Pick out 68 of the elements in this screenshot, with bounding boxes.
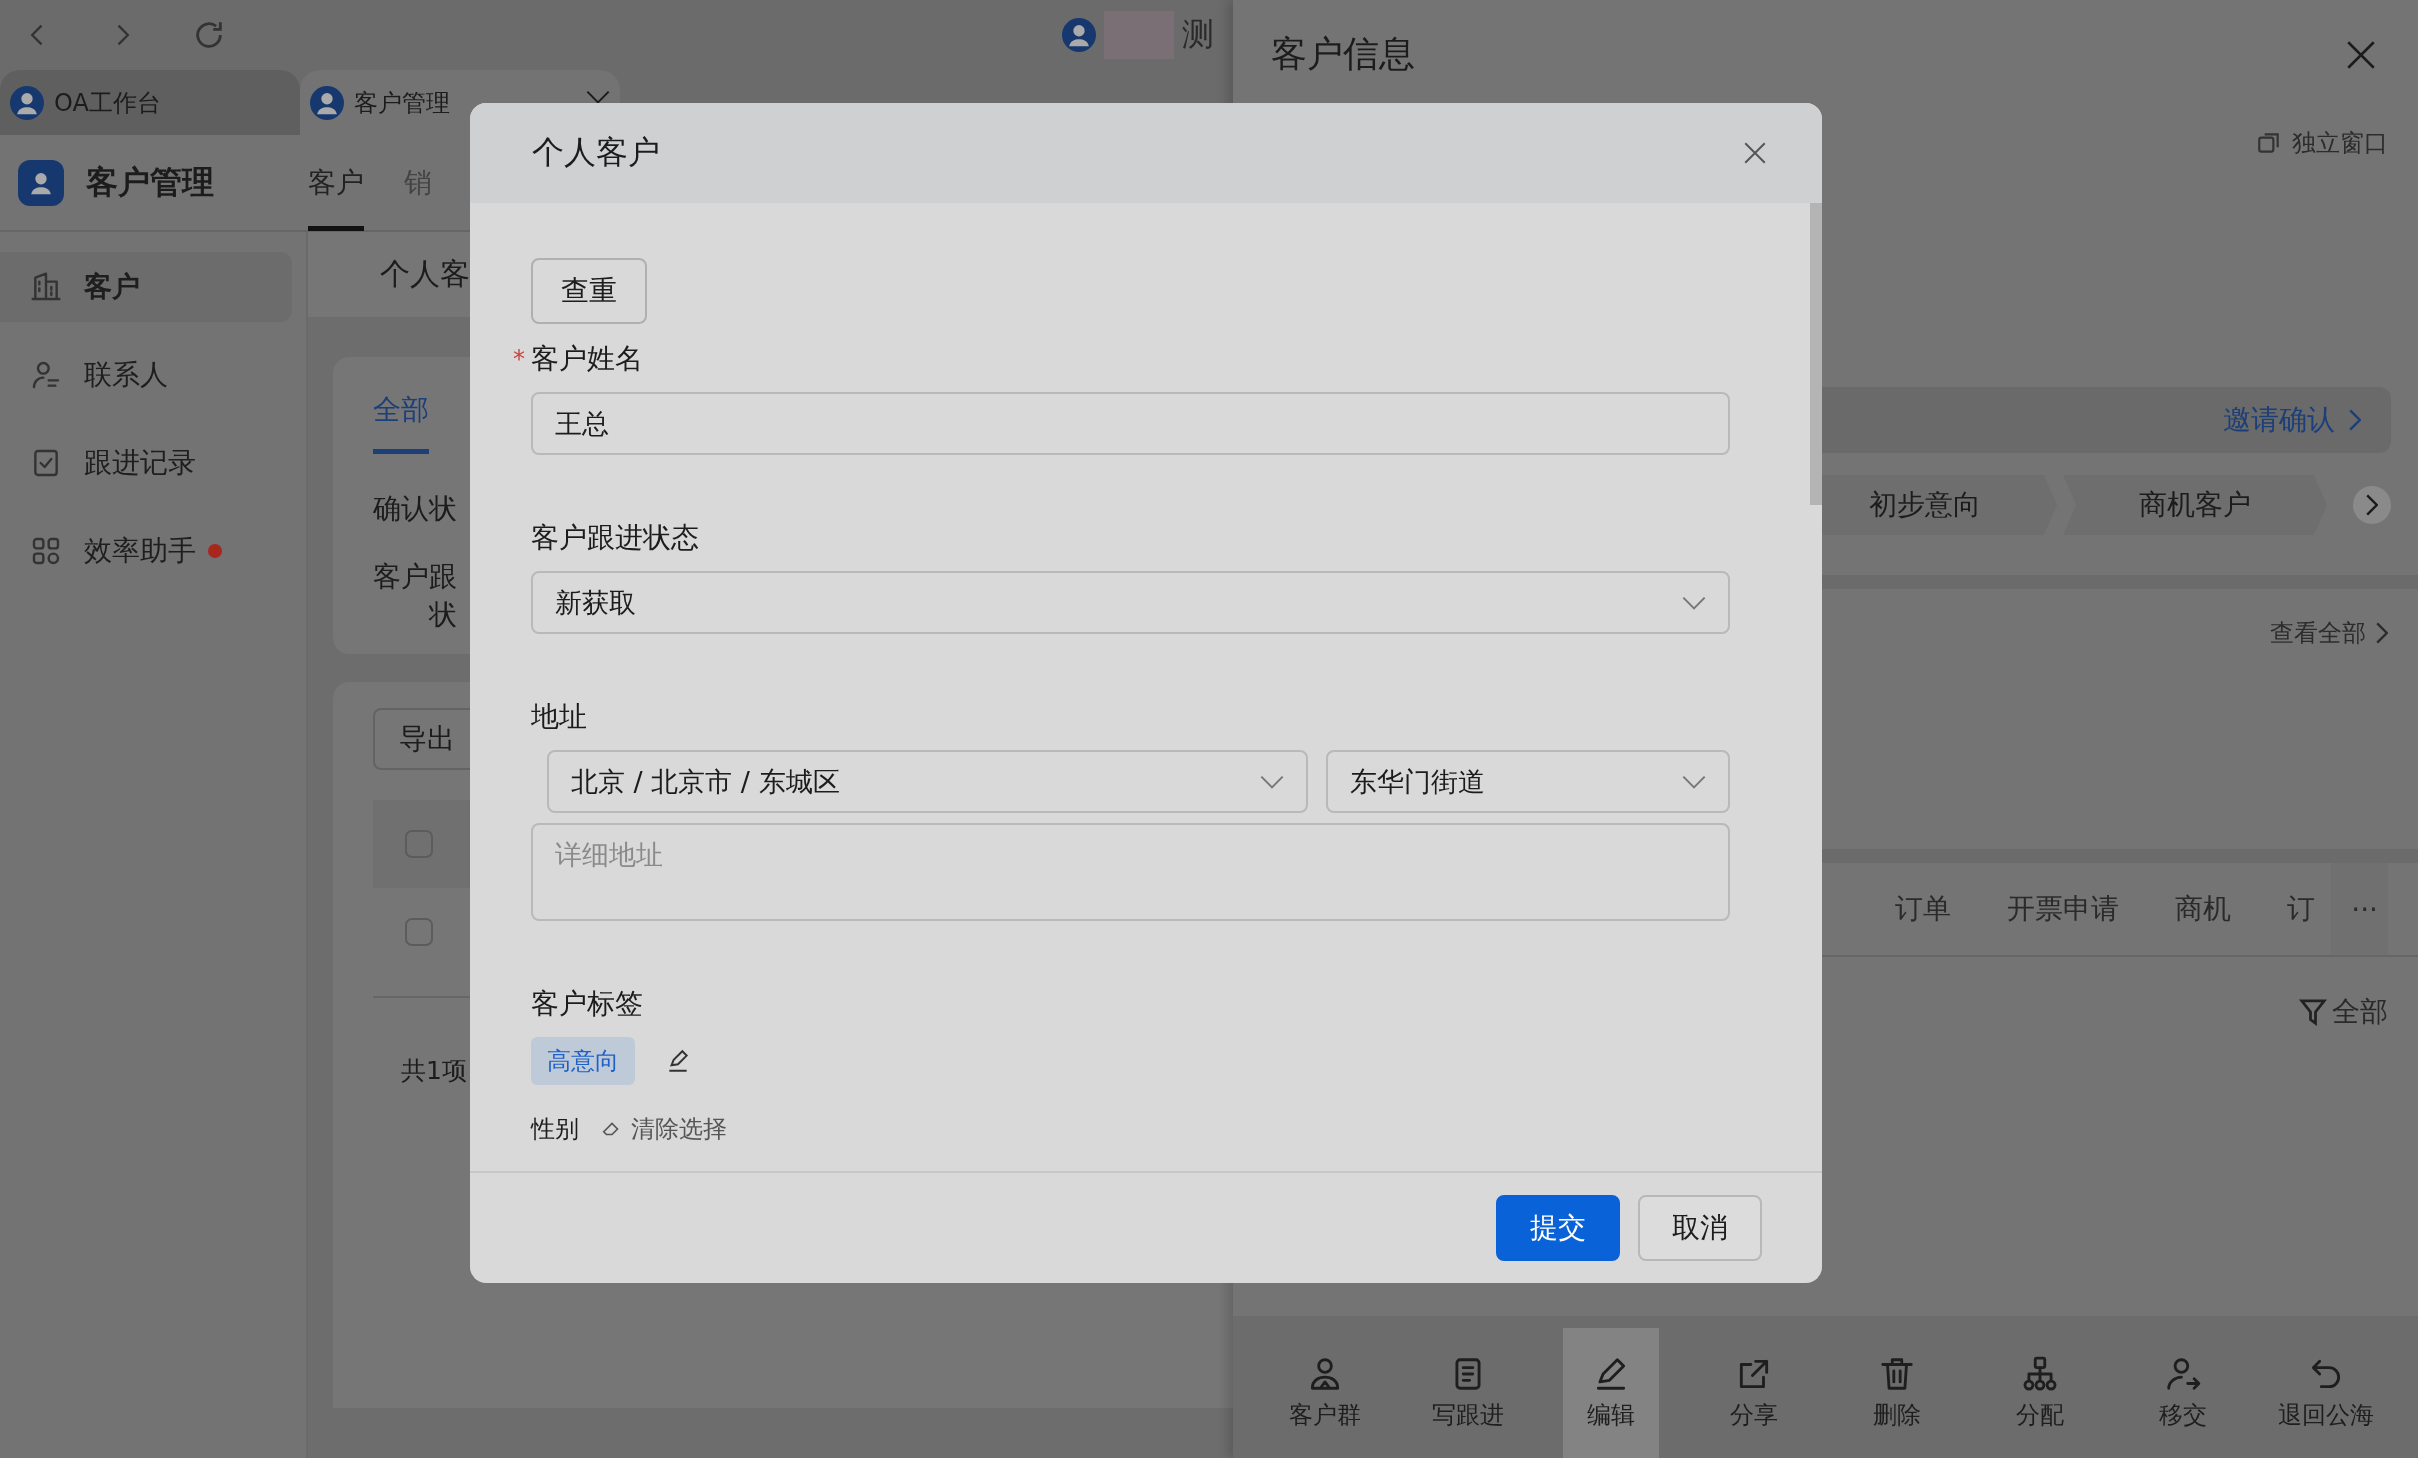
drawer-tab[interactable]: 商机 (2175, 890, 2232, 928)
action-button[interactable]: 写跟进 (1419, 1328, 1516, 1458)
drawer-tab[interactable]: 开票申请 (2007, 890, 2120, 928)
account-name: 测 (1182, 14, 1214, 55)
chevron-down-icon (1259, 774, 1284, 789)
dialog-title: 个人客户 (532, 132, 660, 173)
drawer-tab[interactable]: 订单 (1895, 890, 1952, 928)
name-field[interactable]: 王总 (531, 392, 1730, 455)
chevron-down-icon (1682, 774, 1706, 789)
contact-icon (30, 359, 62, 391)
app-title: 客户管理 (86, 161, 214, 203)
sidebar-item[interactable]: 跟进记录 (0, 428, 292, 498)
person-arrow-icon (2164, 1355, 2203, 1393)
required-mark: * (513, 345, 526, 373)
scrollbar[interactable] (1810, 203, 1822, 505)
app-icon (10, 85, 44, 120)
open-window-link[interactable]: 独立窗口 (2292, 127, 2388, 159)
field-label: 客户跟进状态 (531, 520, 699, 556)
field-label: 性别 (531, 1114, 579, 1145)
view-all-link[interactable]: 查看全部 (2270, 617, 2366, 649)
total-count: 共1项 (401, 1056, 467, 1085)
action-button[interactable]: 分享 (1705, 1328, 1802, 1458)
more-button[interactable]: ··· (2331, 863, 2388, 955)
filter-label: 客户跟 状 (373, 559, 457, 633)
stage-step[interactable]: 商机客户 (2063, 475, 2327, 535)
page-tab[interactable]: 个人客 (380, 254, 470, 295)
sidebar-item[interactable]: 效率助手 (0, 516, 292, 586)
action-button[interactable]: 删除 (1849, 1328, 1946, 1458)
avatar-icon (1062, 18, 1096, 52)
address-field[interactable]: 详细地址 (531, 823, 1730, 921)
app-icon (310, 85, 344, 120)
next-button[interactable] (2353, 486, 2391, 524)
close-icon[interactable] (1742, 140, 1768, 166)
filter-icon (2298, 997, 2328, 1027)
filter-label: 确认状 (373, 491, 457, 527)
window-icon (2256, 130, 2282, 156)
grid-icon (30, 535, 62, 567)
chevron-right-icon (2366, 494, 2378, 516)
duplicate-check-button[interactable]: 查重 (531, 258, 647, 324)
drawer-tab[interactable]: 订 (2287, 890, 2316, 928)
sidebar-item[interactable]: 联系人 (0, 340, 292, 410)
field-label: 客户姓名 (531, 341, 643, 377)
filter-tab[interactable]: 全部 (373, 377, 429, 454)
field-label: 客户标签 (531, 986, 643, 1022)
chevron-right-icon (2349, 409, 2361, 431)
action-button[interactable]: 客户群 (1276, 1328, 1373, 1458)
sidebar-item[interactable]: 客户 (0, 252, 292, 322)
cancel-button[interactable]: 取消 (1638, 1195, 1762, 1261)
action-button[interactable]: 退回公海 (2278, 1328, 2375, 1458)
action-button[interactable]: 分配 (1992, 1328, 2089, 1458)
submit-button[interactable]: 提交 (1496, 1195, 1620, 1261)
tag[interactable]: 高意向 (531, 1037, 635, 1085)
field-label: 地址 (531, 699, 587, 735)
browser-tab[interactable]: OA工作台 (0, 70, 300, 135)
clear-selection-link[interactable]: 清除选择 (631, 1113, 727, 1145)
action-button[interactable]: 移交 (2135, 1328, 2232, 1458)
chevron-down-icon (1682, 595, 1706, 610)
status-select[interactable]: 新获取 (531, 571, 1730, 634)
filter-button[interactable]: 全部 (2332, 993, 2388, 1031)
chevron-right-icon (2376, 622, 2388, 644)
caret-icon (586, 90, 610, 104)
building-icon (30, 271, 62, 303)
street-select[interactable]: 东华门街道 (1325, 750, 1730, 813)
drawer-title: 客户信息 (1271, 32, 1415, 76)
region-select[interactable]: 北京 / 北京市 / 东城区 (547, 750, 1308, 813)
action-button[interactable]: 编辑 (1562, 1328, 1659, 1458)
invite-link[interactable]: 邀请确认 (2223, 401, 2335, 439)
checkbox[interactable] (405, 918, 433, 946)
